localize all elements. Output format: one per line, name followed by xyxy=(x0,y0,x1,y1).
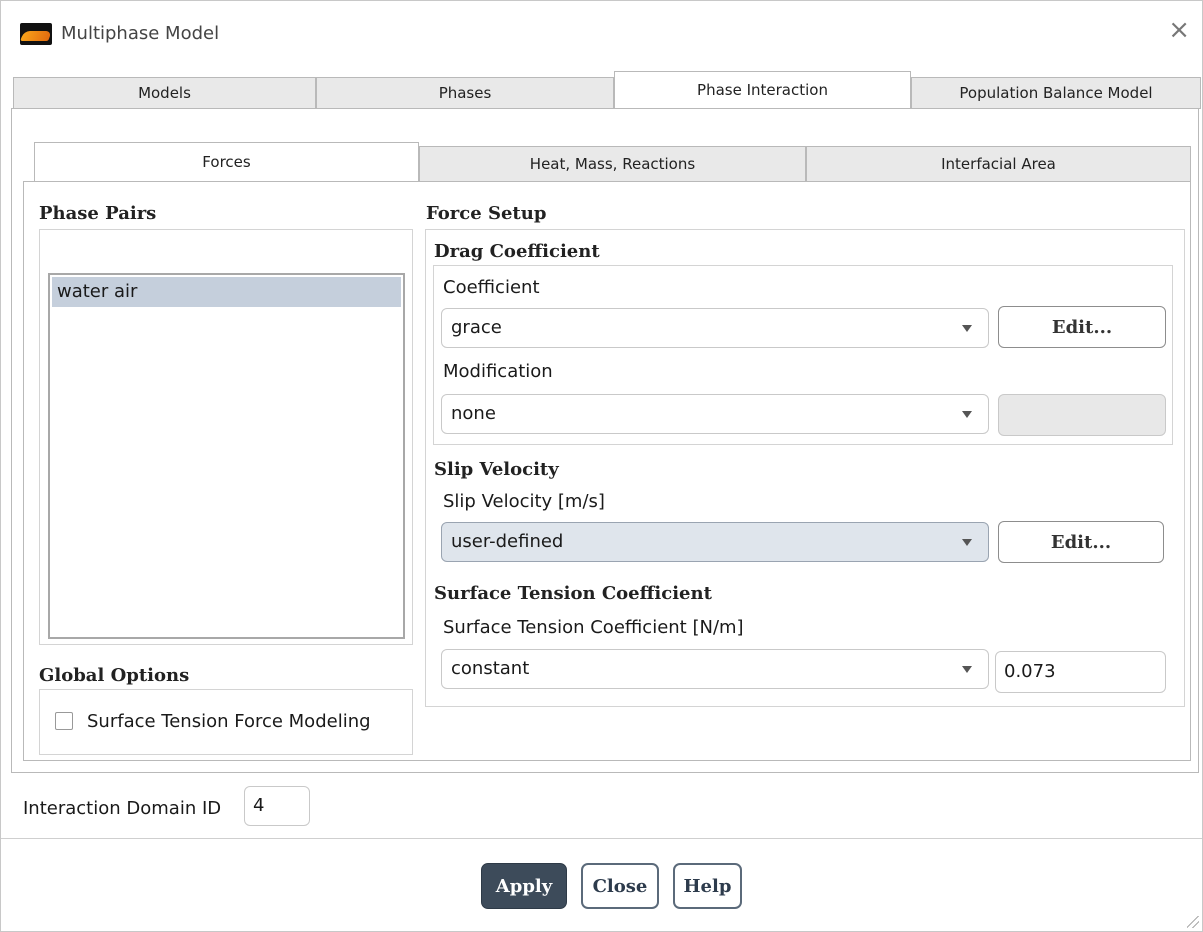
chevron-down-icon xyxy=(962,325,972,332)
drag-coefficient-value: grace xyxy=(451,317,502,338)
coefficient-label: Coefficient xyxy=(443,277,540,298)
chevron-down-icon xyxy=(962,666,972,673)
fluent-app-icon xyxy=(20,23,52,45)
surface-tension-force-modeling-checkbox[interactable] xyxy=(55,712,73,730)
modification-label: Modification xyxy=(443,361,553,382)
phase-pairs-heading: Phase Pairs xyxy=(39,203,157,224)
main-tab-bar: Models Phases Phase Interaction Populati… xyxy=(13,71,1201,109)
slip-velocity-label: Slip Velocity [m/s] xyxy=(443,491,605,512)
apply-button[interactable]: Apply xyxy=(481,863,567,909)
sub-tab-bar: Forces Heat, Mass, Reactions Interfacial… xyxy=(34,142,1191,182)
tab-models[interactable]: Models xyxy=(13,77,316,109)
tab-interfacial-area[interactable]: Interfacial Area xyxy=(806,146,1191,182)
surface-tension-value-input[interactable]: 0.073 xyxy=(995,651,1166,693)
window-title: Multiphase Model xyxy=(61,23,220,44)
slip-velocity-edit-button[interactable]: Edit... xyxy=(998,521,1164,563)
slip-velocity-dropdown[interactable]: user-defined xyxy=(441,522,989,562)
tab-forces[interactable]: Forces xyxy=(34,142,419,182)
surface-tension-coefficient-label: Surface Tension Coefficient [N/m] xyxy=(443,617,744,638)
surface-tension-force-modeling-label: Surface Tension Force Modeling xyxy=(87,711,371,732)
close-button[interactable]: Close xyxy=(581,863,659,909)
interaction-domain-id-label: Interaction Domain ID xyxy=(23,798,222,819)
chevron-down-icon xyxy=(962,411,972,418)
interaction-domain-id-field: 4 xyxy=(244,786,310,826)
multiphase-model-dialog: Multiphase Model × Models Phases Phase I… xyxy=(0,0,1203,932)
surface-tension-coefficient-heading: Surface Tension Coefficient xyxy=(434,583,712,604)
surface-tension-method-value: constant xyxy=(451,658,530,679)
modification-value: none xyxy=(451,403,496,424)
help-button[interactable]: Help xyxy=(673,863,742,909)
slip-velocity-heading: Slip Velocity xyxy=(434,459,559,480)
drag-coefficient-edit-button[interactable]: Edit... xyxy=(998,306,1166,348)
tab-heat-mass-reactions[interactable]: Heat, Mass, Reactions xyxy=(419,146,806,182)
title-bar: Multiphase Model × xyxy=(1,1,1202,59)
footer-divider xyxy=(1,838,1202,839)
list-item[interactable]: water air xyxy=(52,277,401,307)
modification-edit-button xyxy=(998,394,1166,436)
tab-phases[interactable]: Phases xyxy=(316,77,614,109)
surface-tension-method-dropdown[interactable]: constant xyxy=(441,649,989,689)
global-options-heading: Global Options xyxy=(39,665,190,686)
resize-grip-icon[interactable] xyxy=(1187,916,1199,928)
slip-velocity-value: user-defined xyxy=(451,531,564,552)
drag-coefficient-dropdown[interactable]: grace xyxy=(441,308,989,348)
chevron-down-icon xyxy=(962,539,972,546)
modification-dropdown[interactable]: none xyxy=(441,394,989,434)
close-icon[interactable]: × xyxy=(1168,17,1190,43)
phase-pairs-list[interactable]: water air xyxy=(48,273,405,639)
force-setup-heading: Force Setup xyxy=(426,203,547,224)
tab-phase-interaction[interactable]: Phase Interaction xyxy=(614,71,911,109)
drag-coefficient-heading: Drag Coefficient xyxy=(434,241,600,262)
tab-population-balance-model[interactable]: Population Balance Model xyxy=(911,77,1201,109)
